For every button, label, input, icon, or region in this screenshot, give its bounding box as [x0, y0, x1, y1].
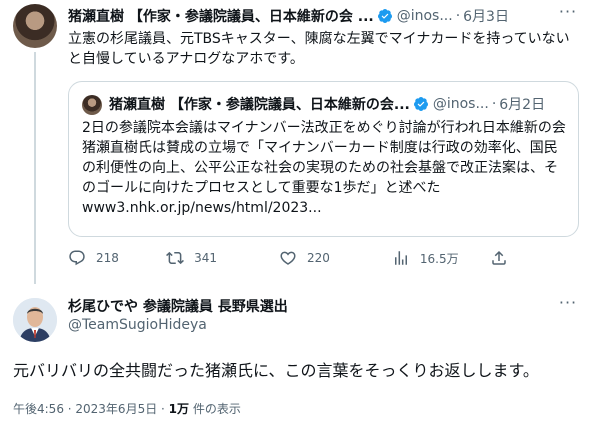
retweet-button[interactable]: 341 [166, 248, 279, 268]
retweet-icon [166, 251, 185, 265]
verified-badge-icon [377, 9, 392, 23]
author-name[interactable]: 杉尾ひでや 参議院議員 長野県選出 [68, 296, 288, 316]
reply-icon [69, 250, 85, 266]
tweet-date[interactable]: 6月3日 [463, 6, 509, 26]
separator-dot: · [455, 8, 461, 24]
more-options-button[interactable]: ··· [556, 4, 580, 22]
avatar[interactable] [13, 298, 57, 342]
views-count: 16.5万 [419, 251, 459, 266]
separator-dot: · [491, 96, 497, 112]
bar-chart-icon [394, 251, 407, 265]
reply-button[interactable]: 218 [68, 248, 166, 268]
views-button[interactable]: 16.5万 [392, 248, 490, 268]
thread-connector-line [34, 52, 36, 284]
quoted-author-name: 猪瀬直樹 【作家・参議院議員、日本維新の会... [109, 97, 410, 113]
share-icon [492, 250, 506, 265]
quoted-tweet-date: 6月2日 [499, 97, 546, 113]
tweet-timestamp[interactable]: 午後4:56 · 2023年6月5日 · [13, 402, 169, 416]
like-count: 220 [307, 251, 330, 265]
more-options-button[interactable]: ··· [556, 295, 580, 313]
like-button[interactable]: 220 [279, 248, 392, 268]
quoted-tweet-header: 猪瀬直樹 【作家・参議院議員、日本維新の会... @inos... · 6月2日 [109, 94, 545, 114]
tweet-header: 猪瀬直樹 【作家・参議院議員、日本維新の会 ... @inos... · 6月3… [68, 6, 509, 26]
author-handle[interactable]: @TeamSugioHideya [68, 317, 207, 333]
heart-icon [280, 251, 296, 265]
reply-count: 218 [96, 251, 119, 265]
tweet-metadata: 午後4:56 · 2023年6月5日 · 1万 件の表示 [13, 400, 241, 417]
profile-photo [13, 298, 57, 342]
avatar[interactable] [13, 4, 57, 48]
quoted-tweet-text: 2日の参議院本会議はマイナンバー法改正をめぐり討論が行われ日本維新の会猪瀬直樹氏… [82, 120, 566, 216]
author-name[interactable]: 猪瀬直樹 【作家・参議院議員、日本維新の会 ... [68, 6, 374, 26]
views-count: 1万 [168, 402, 190, 416]
tweet-text: 元バリバリの全共闘だった猪瀬氏に、この言葉をそっくりお返しします。 [13, 361, 539, 380]
quoted-author-handle: @inos... [432, 96, 489, 112]
share-button[interactable] [490, 248, 508, 268]
author-handle[interactable]: @inos... [397, 8, 453, 24]
retweet-count: 341 [194, 251, 218, 265]
tweet-text: 立憲の杉尾議員、元TBSキャスター、陳腐な左翼でマイナカードを持っていないと自慢… [68, 31, 570, 67]
verified-badge-icon [413, 97, 428, 111]
tweet-sugio[interactable]: 杉尾ひでや 参議院議員 長野県選出 @TeamSugioHideya ··· 元… [0, 284, 592, 424]
views-label: 件の表示 [189, 402, 241, 416]
quoted-tweet[interactable]: 猪瀬直樹 【作家・参議院議員、日本維新の会... @inos... · 6月2日… [68, 81, 579, 237]
tweet-action-bar: 218 341 220 16.5万 [68, 248, 508, 268]
tweet-inose[interactable]: 猪瀬直樹 【作家・参議院議員、日本維新の会 ... @inos... · 6月3… [0, 0, 592, 284]
quoted-avatar [82, 95, 102, 115]
